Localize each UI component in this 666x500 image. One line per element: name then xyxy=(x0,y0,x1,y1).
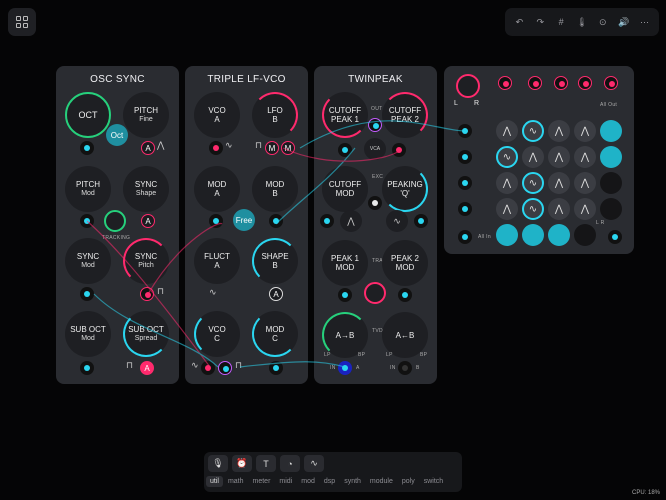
cable xyxy=(147,222,223,295)
cable xyxy=(93,293,219,368)
cable xyxy=(275,147,356,225)
patch-cables xyxy=(86,120,466,368)
cable xyxy=(239,361,346,368)
category-dsp[interactable]: dsp xyxy=(320,476,339,487)
category-midi[interactable]: midi xyxy=(275,476,296,487)
text-icon[interactable]: T xyxy=(256,455,276,472)
category-switch[interactable]: switch xyxy=(420,476,447,487)
module-browser: 🎙 ⏰ T ◔ ∿ util math meter midi mod dsp s… xyxy=(204,452,462,492)
cable xyxy=(282,147,401,162)
category-mod[interactable]: mod xyxy=(297,476,319,487)
gauge-icon[interactable]: ◔ xyxy=(280,455,300,472)
category-math[interactable]: math xyxy=(224,476,248,487)
category-poly[interactable]: poly xyxy=(398,476,419,487)
category-util[interactable]: util xyxy=(206,476,223,487)
cpu-readout: CPU: 18% xyxy=(631,490,660,496)
microphone-icon[interactable]: 🎙 xyxy=(208,455,228,472)
category-synth[interactable]: synth xyxy=(340,476,365,487)
cable xyxy=(299,120,466,149)
alarm-icon[interactable]: ⏰ xyxy=(232,455,252,472)
category-module[interactable]: module xyxy=(366,476,397,487)
wave-icon[interactable]: ∿ xyxy=(304,455,324,472)
category-meter[interactable]: meter xyxy=(249,476,275,487)
